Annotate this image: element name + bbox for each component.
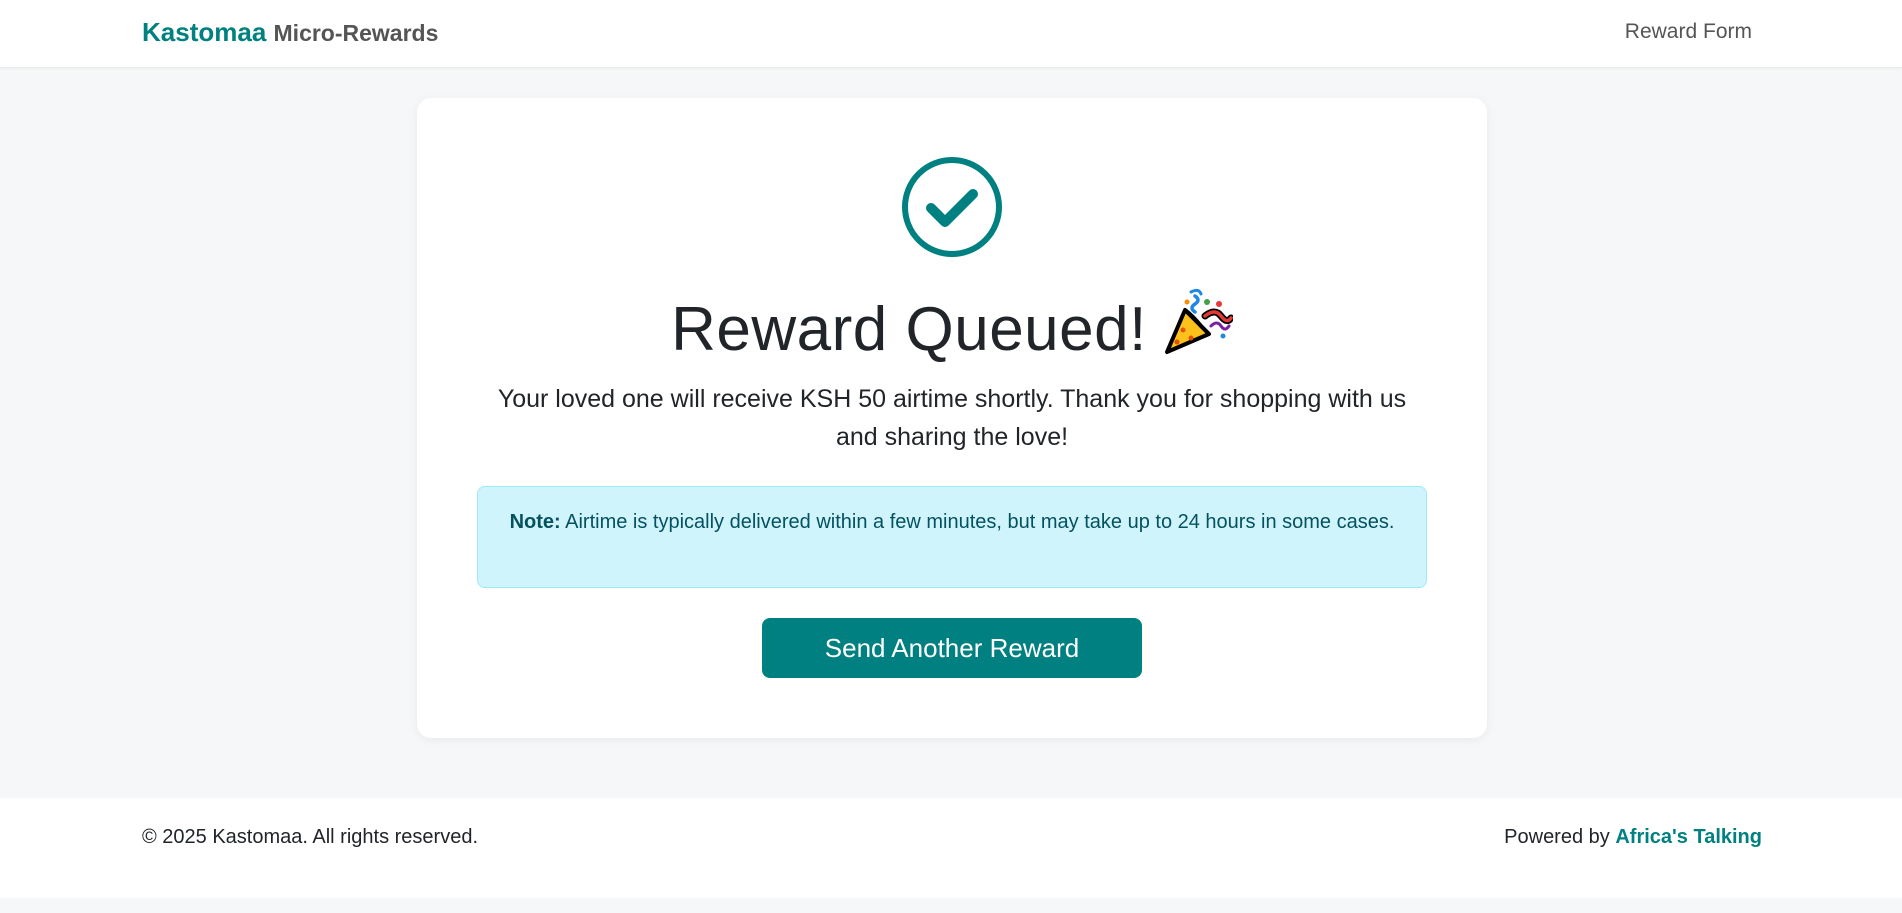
powered-by: Powered by Africa's Talking: [1504, 826, 1762, 849]
success-card: Reward Queued! Your loved one will recei…: [417, 98, 1487, 738]
page-title: Reward Queued!: [417, 286, 1487, 365]
brand-secondary: Micro-Rewards: [273, 20, 439, 46]
footer: © 2025 Kastomaa. All rights reserved. Po…: [0, 798, 1902, 898]
info-alert: Note: Airtime is typically delivered wit…: [477, 486, 1427, 588]
brand-logo[interactable]: Kastomaa Micro-Rewards: [142, 17, 438, 48]
note-label: Note:: [509, 511, 561, 533]
copyright-text: © 2025 Kastomaa. All rights reserved.: [142, 826, 479, 848]
check-circle-icon: [902, 157, 1002, 257]
africas-talking-link[interactable]: Africa's Talking: [1615, 826, 1762, 848]
send-another-reward-button[interactable]: Send Another Reward: [762, 618, 1142, 678]
brand-primary: Kastomaa: [142, 17, 267, 47]
powered-by-prefix: Powered by: [1504, 826, 1610, 848]
note-text: Airtime is typically delivered within a …: [565, 511, 1395, 533]
party-popper-icon: [1164, 288, 1233, 354]
confirmation-message: Your loved one will receive KSH 50 airti…: [497, 385, 1407, 451]
navbar: Kastomaa Micro-Rewards Reward Form: [0, 0, 1902, 68]
nav-link-reward-form[interactable]: Reward Form: [1625, 20, 1752, 44]
title-text: Reward Queued!: [671, 295, 1147, 364]
